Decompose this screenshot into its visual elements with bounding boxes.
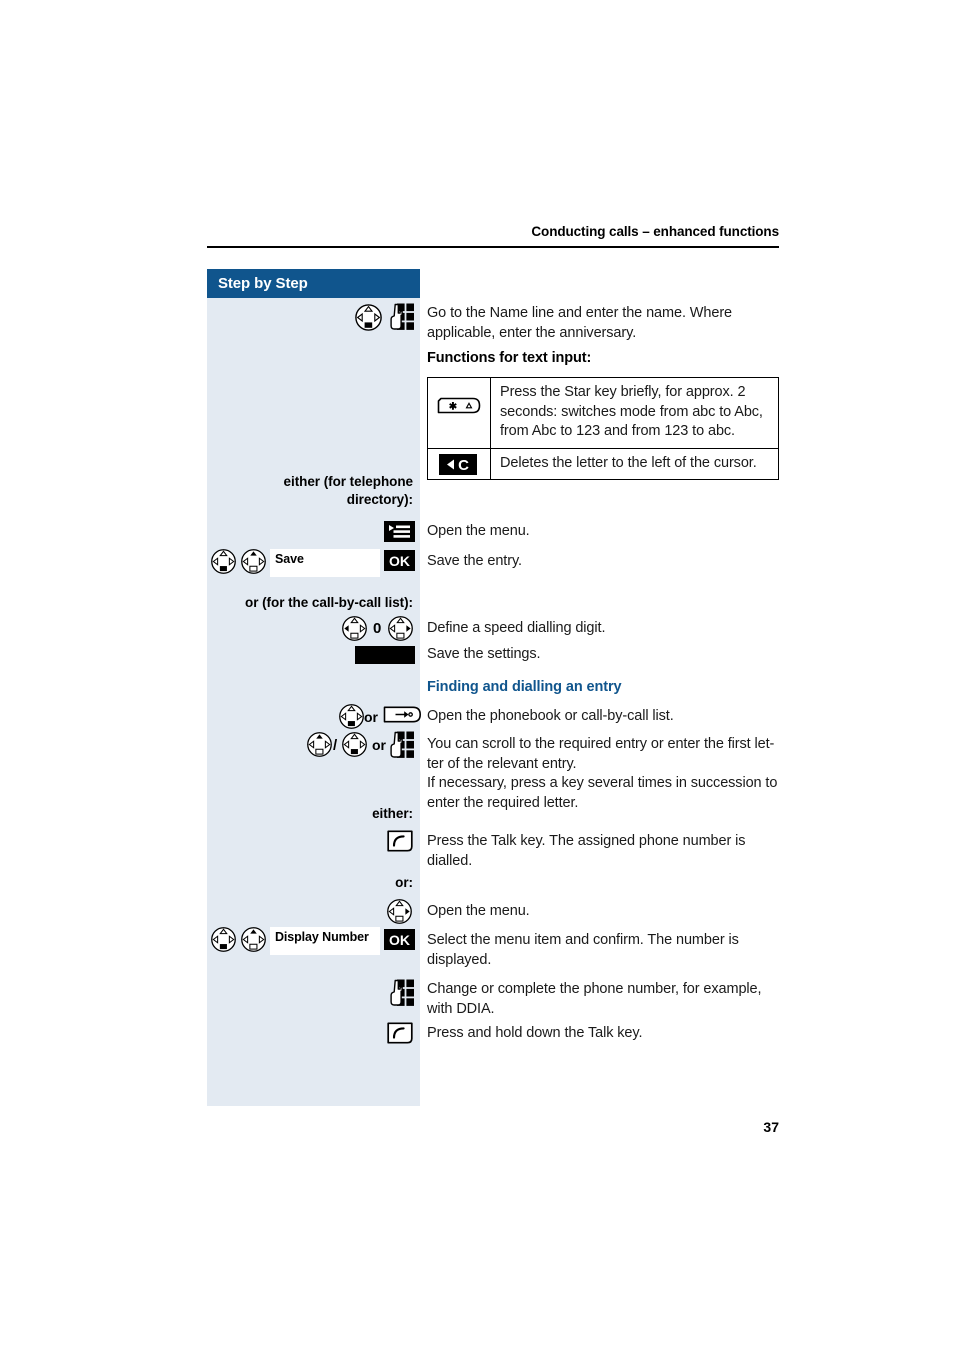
nav-key-down-icon: [210, 548, 237, 580]
scroll-text-line-4: enter the required letter.: [427, 794, 579, 811]
menu-key-icon[interactable]: [384, 521, 415, 542]
label-or-call-by-call: or (for the call-by-call list):: [245, 595, 413, 610]
nav-key-down-icon: [341, 731, 368, 763]
delete-key-icon: C: [439, 453, 477, 480]
keypad-hand-icon: [388, 730, 418, 765]
talk-key-text: Press the Talk key. The assigned phone n…: [427, 833, 746, 869]
nav-key-up-icon: [240, 548, 267, 580]
save-settings-text: Save the settings.: [427, 646, 541, 662]
label-either: either:: [372, 806, 413, 821]
scroll-text-line-3: If necessary, press a key several times …: [427, 775, 778, 791]
directory-key-icon[interactable]: [382, 706, 422, 728]
save-entry-text: Save the entry.: [427, 553, 522, 569]
functions-for-text-input-heading: Functions for text input:: [427, 350, 592, 366]
blank-softkey-bar[interactable]: [355, 646, 415, 664]
nav-key-up-icon: [306, 731, 333, 763]
table-row: C Deletes the letter to the left of the …: [428, 447, 778, 480]
scroll-text-line-2: ter of the relevant entry.: [427, 755, 577, 772]
enter-name-text: Go to the Name line and enter the name. …: [427, 305, 733, 341]
or-label-scroll: or: [372, 737, 386, 753]
ok-button-2[interactable]: OK: [384, 929, 415, 950]
talk-key-icon[interactable]: [386, 830, 414, 857]
scroll-entry-text: You can scroll to the required entry or …: [427, 735, 782, 813]
finding-and-dialling-heading: Finding and dialling an entry: [427, 679, 622, 695]
delete-key-description: Deletes the letter to the left of the cu…: [500, 454, 757, 471]
star-key-description: Press the Star key briefly, for approx. …: [500, 384, 763, 439]
nav-key-right-icon: [386, 898, 413, 930]
nav-key-up-icon: [240, 926, 267, 958]
nav-key-right-icon: [387, 615, 414, 647]
open-menu-text: Open the menu.: [427, 523, 530, 539]
page-number: 37: [763, 1119, 779, 1135]
softkey-display-number[interactable]: Display Number: [270, 927, 380, 955]
speed-dial-text: Define a speed dialling digit.: [427, 620, 606, 636]
svg-text:✱: ✱: [449, 401, 458, 412]
svg-text:C: C: [458, 457, 469, 474]
functions-for-text-input-table: ✱ Press the Star key briefly, for approx…: [427, 377, 779, 480]
header-rule: [207, 246, 779, 248]
ok-button[interactable]: OK: [384, 550, 415, 571]
softkey-save[interactable]: Save: [270, 549, 380, 577]
table-row: ✱ Press the Star key briefly, for approx…: [428, 378, 778, 448]
scroll-text-line-1: You can scroll to the required entry or …: [427, 736, 775, 752]
label-either-telephone-directory: either (for telephone directory):: [218, 473, 414, 509]
running-header: Conducting calls – enhanced functions: [531, 224, 779, 239]
star-key-icon: ✱: [437, 397, 481, 419]
label-line-2: directory):: [346, 492, 413, 507]
or-label-phonebook: or: [364, 709, 378, 725]
star-key-cell: ✱: [428, 378, 491, 448]
label-or: or:: [395, 875, 413, 890]
nav-key-down-icon: [210, 926, 237, 958]
speed-dial-digit: 0: [373, 620, 382, 637]
open-menu-text-2: Open the menu.: [427, 903, 530, 919]
nav-key-left-icon: [341, 615, 368, 647]
step-by-step-title: Step by Step: [207, 269, 420, 298]
change-number-text: Change or complete the phone number, for…: [427, 981, 762, 1017]
label-line-1: either (for telephone: [283, 474, 414, 489]
keypad-hand-icon: [388, 978, 418, 1013]
nav-separator: /: [333, 737, 338, 754]
display-number-text: Select the menu item and confirm. The nu…: [427, 932, 739, 968]
nav-key-down-icon: [354, 303, 383, 337]
delete-key-cell: C: [428, 448, 491, 480]
open-phonebook-text: Open the phonebook or call-by-call list.: [427, 708, 674, 724]
keypad-hand-icon: [388, 302, 418, 337]
talk-key-icon[interactable]: [386, 1022, 414, 1049]
hold-talk-key-text: Press and hold down the Talk key.: [427, 1025, 643, 1041]
